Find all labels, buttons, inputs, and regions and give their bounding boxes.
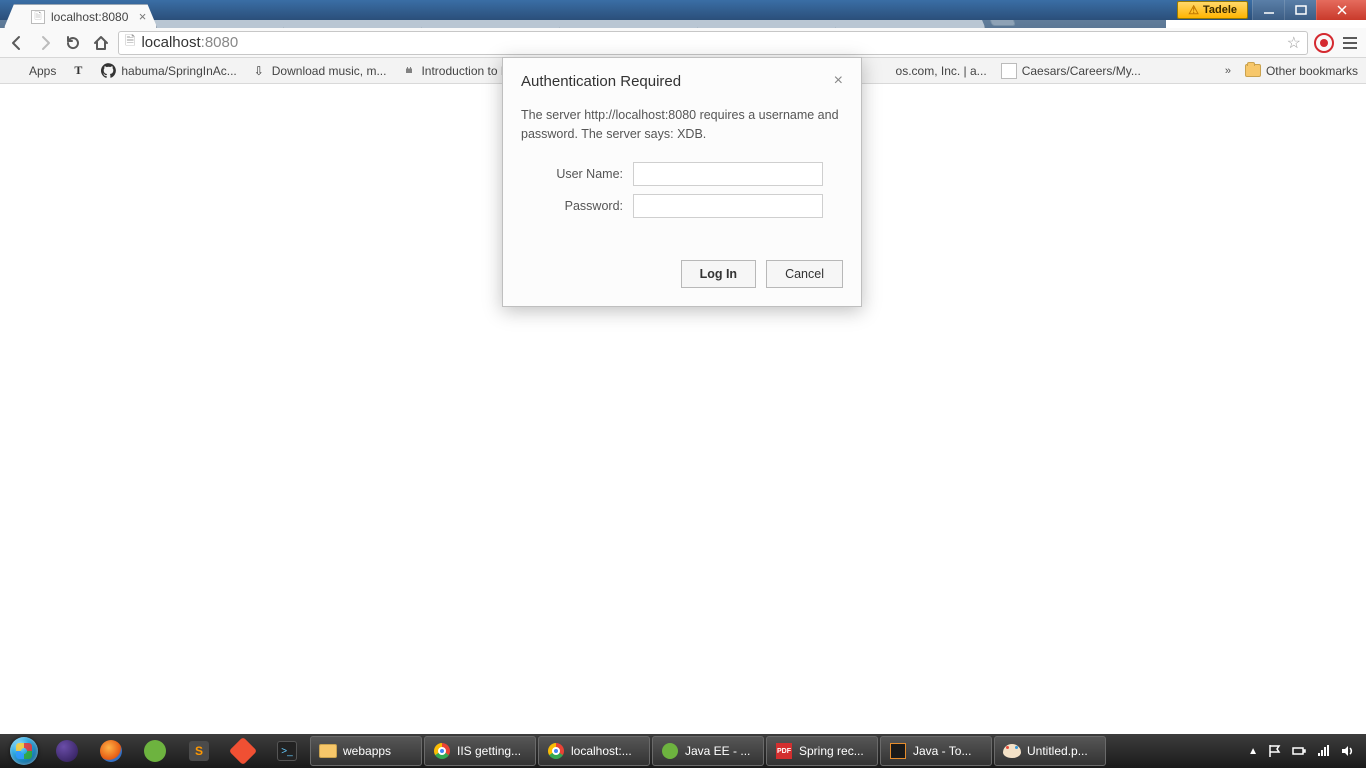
bookmark-item[interactable]: ⇩ Download music, m... [251,63,387,79]
extension-icon[interactable] [1314,33,1334,53]
bookmark-overflow-button[interactable]: » [1225,65,1231,77]
dialog-title: Authentication Required [521,73,681,90]
apps-button[interactable]: Apps [8,63,56,79]
bookmark-star-icon[interactable]: ☆ [1287,33,1301,53]
address-bar[interactable]: 🗎 localhost:8080 ☆ [118,31,1308,55]
forward-button[interactable] [34,32,56,54]
taskbar-app-label: Java - To... [913,744,971,758]
taskbar-app-label: localhost:... [571,744,632,758]
taskbar-app-intellij[interactable]: Java - To... [880,736,992,766]
password-input[interactable] [633,194,823,218]
bookmark-label: os.com, Inc. | a... [896,64,987,78]
chrome-menu-button[interactable] [1340,37,1360,49]
pdf-icon: PDF [775,742,793,760]
dialog-close-icon[interactable]: × [834,72,843,90]
username-label: User Name: [556,167,623,181]
taskbar-pinned-firefox[interactable] [90,736,132,766]
browser-toolbar: 🗎 localhost:8080 ☆ [0,28,1366,58]
user-badge-label: Tadele [1203,4,1237,16]
bookmark-item[interactable]: habuma/SpringInAc... [100,63,236,79]
bookmark-label: Introduction to L [421,64,507,78]
taskbar-app-chrome[interactable]: localhost:... [538,736,650,766]
taskbar-app-pdf[interactable]: PDF Spring rec... [766,736,878,766]
taskbar-app-chrome[interactable]: IIS getting... [424,736,536,766]
taskbar-app-spring[interactable]: Java EE - ... [652,736,764,766]
bookmark-item[interactable]: T [70,63,86,79]
chrome-icon [433,742,451,760]
dialog-message: The server http://localhost:8080 require… [503,100,861,158]
taskbar-pinned-spring[interactable] [134,736,176,766]
chrome-icon [547,742,565,760]
cisco-icon: ılıılı [400,63,416,79]
tab-title: localhost:8080 [51,10,128,24]
taskbar-app-label: Untitled.p... [1027,744,1088,758]
window-minimize-button[interactable] [1252,0,1284,20]
network-icon[interactable] [1316,744,1330,758]
warning-icon: ⚠ [1188,3,1199,17]
page-icon: 🗎 [31,10,45,24]
page-icon: 🗎 [125,32,135,54]
bookmark-label: habuma/SpringInAc... [121,64,236,78]
bookmark-label: Caesars/Careers/My... [1022,64,1141,78]
windows-taskbar: S >_ webapps IIS getting... localhost:..… [0,734,1366,768]
password-label: Password: [565,199,623,213]
url-host: localhost [141,34,200,51]
bookmark-item[interactable]: ılıılı Introduction to L [400,63,507,79]
taskbar-app-label: Spring rec... [799,744,864,758]
url-port: :8080 [201,34,239,51]
taskbar-pinned-eclipse[interactable] [46,736,88,766]
taskbar-pinned-git[interactable] [222,736,264,766]
taskbar-app-label: webapps [343,744,391,758]
download-icon: ⇩ [251,63,267,79]
taskbar-app-label: IIS getting... [457,744,521,758]
other-bookmarks-button[interactable]: Other bookmarks [1245,64,1358,78]
folder-icon [1245,64,1261,77]
cancel-button[interactable]: Cancel [766,260,843,288]
spring-icon [661,742,679,760]
folder-icon [319,742,337,760]
window-maximize-button[interactable] [1284,0,1316,20]
window-titlebar: ⚠ Tadele [0,0,1366,20]
apps-label: Apps [29,64,56,78]
bookmark-label: Download music, m... [272,64,387,78]
username-input[interactable] [633,162,823,186]
bookmark-item[interactable]: Caesars/Careers/My... [1001,63,1141,79]
home-button[interactable] [90,32,112,54]
battery-icon[interactable] [1292,744,1306,758]
start-button[interactable] [4,736,44,766]
page-icon [1001,63,1017,79]
taskbar-app-explorer[interactable]: webapps [310,736,422,766]
tray-overflow-icon[interactable]: ▲ [1248,746,1258,757]
flag-icon[interactable] [1268,744,1282,758]
volume-icon[interactable] [1340,744,1354,758]
text-icon: T [70,63,86,79]
back-button[interactable] [6,32,28,54]
window-close-button[interactable] [1316,0,1366,20]
bookmark-item[interactable]: os.com, Inc. | a... [896,64,987,78]
reload-button[interactable] [62,32,84,54]
taskbar-pinned-terminal[interactable]: >_ [266,736,308,766]
intellij-icon [889,742,907,760]
login-button[interactable]: Log In [681,260,757,288]
system-tray[interactable]: ▲ [1240,744,1362,758]
paint-icon [1003,742,1021,760]
auth-dialog: Authentication Required × The server htt… [502,57,862,307]
browser-tab-active[interactable]: 🗎 localhost:8080 × [4,4,157,28]
other-bookmarks-label: Other bookmarks [1266,64,1358,78]
chrome-user-badge[interactable]: ⚠ Tadele [1177,1,1248,19]
taskbar-app-paint[interactable]: Untitled.p... [994,736,1106,766]
github-icon [100,63,116,79]
close-tab-icon[interactable]: × [139,9,147,24]
taskbar-pinned-sublime[interactable]: S [178,736,220,766]
taskbar-app-label: Java EE - ... [685,744,750,758]
